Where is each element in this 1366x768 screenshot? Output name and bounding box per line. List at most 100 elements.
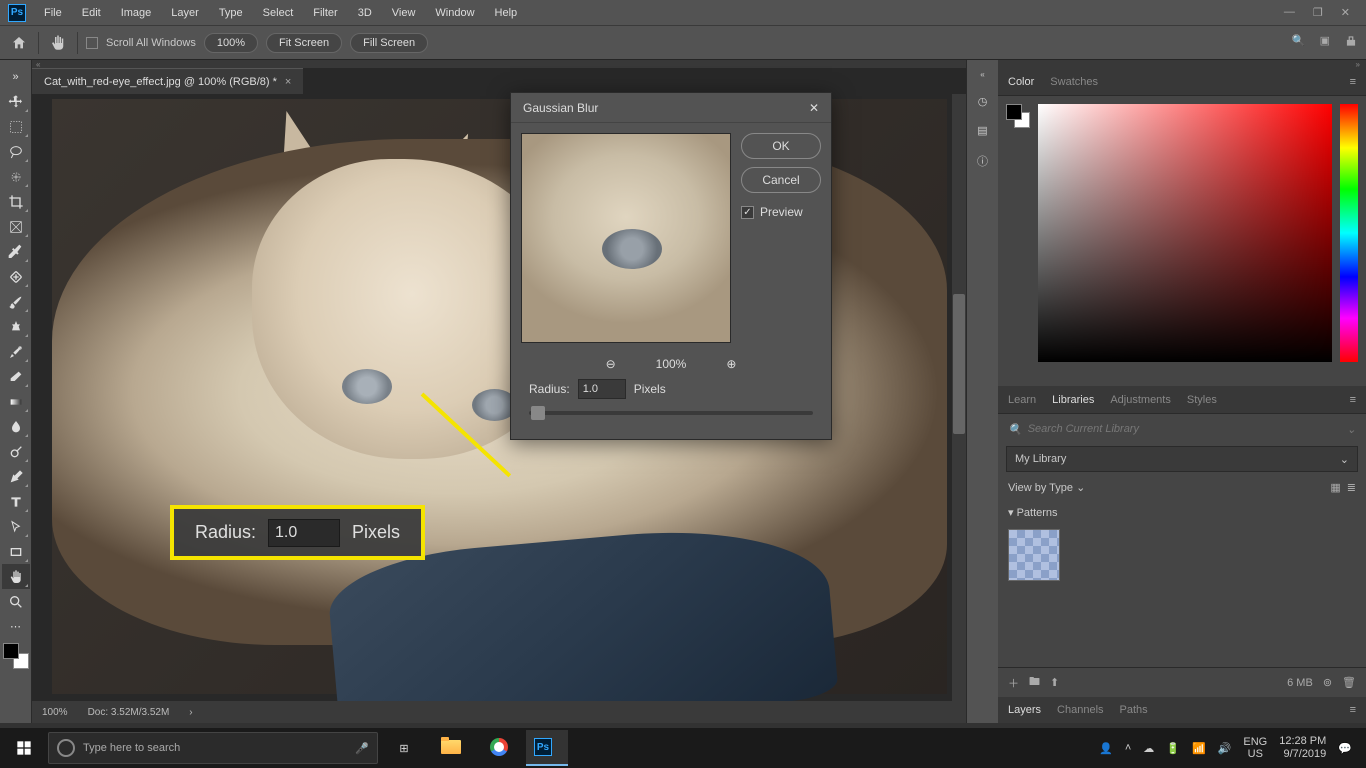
library-section-header[interactable]: ▾ Patterns — [998, 500, 1366, 525]
clock[interactable]: 12:28 PM9/7/2019 — [1279, 735, 1326, 761]
radius-input[interactable] — [578, 379, 626, 399]
zoom-100-button[interactable]: 100% — [204, 33, 258, 53]
tab-paths[interactable]: Paths — [1120, 704, 1148, 716]
people-icon[interactable]: 👤 — [1099, 742, 1113, 755]
menu-filter[interactable]: Filter — [303, 3, 347, 23]
panel-menu-icon[interactable]: ≡ — [1350, 704, 1356, 716]
eraser-tool[interactable] — [2, 364, 30, 389]
marquee-tool[interactable] — [2, 114, 30, 139]
preview-checkbox-row[interactable]: ✓ Preview — [741, 205, 821, 219]
type-tool[interactable] — [2, 489, 30, 514]
healing-tool[interactable] — [2, 264, 30, 289]
collapse-icon[interactable]: « — [36, 60, 40, 68]
tab-color[interactable]: Color — [1008, 76, 1034, 88]
cloud-icon[interactable]: ⊚ — [1323, 676, 1332, 689]
menu-type[interactable]: Type — [209, 3, 253, 23]
start-button[interactable] — [6, 730, 42, 766]
lasso-tool[interactable] — [2, 139, 30, 164]
foreground-color-swatch[interactable] — [3, 643, 19, 659]
menu-select[interactable]: Select — [253, 3, 304, 23]
onedrive-icon[interactable]: ☁ — [1143, 742, 1154, 755]
properties-panel-icon[interactable]: ▤ — [977, 124, 987, 137]
taskbar-photoshop[interactable]: Ps — [526, 730, 568, 766]
library-selector[interactable]: My Library ⌄ — [1006, 446, 1358, 472]
move-tool[interactable] — [2, 89, 30, 114]
task-view-icon[interactable]: ⊞ — [384, 730, 424, 766]
tab-swatches[interactable]: Swatches — [1050, 76, 1098, 88]
quick-select-tool[interactable] — [2, 164, 30, 189]
panel-menu-icon[interactable]: ≡ — [1350, 76, 1356, 88]
vertical-scrollbar[interactable] — [952, 94, 966, 701]
status-chevron-icon[interactable]: › — [189, 707, 192, 718]
battery-icon[interactable]: 🔋 — [1166, 742, 1180, 755]
frame-tool[interactable] — [2, 214, 30, 239]
tab-learn[interactable]: Learn — [1008, 394, 1036, 406]
wifi-icon[interactable]: 📶 — [1192, 742, 1206, 755]
tray-chevron-icon[interactable]: ˄ — [1125, 742, 1131, 754]
menu-file[interactable]: File — [34, 3, 72, 23]
collapse-panels-icon[interactable]: « — [980, 70, 984, 79]
status-zoom[interactable]: 100% — [42, 707, 68, 718]
fit-screen-button[interactable]: Fit Screen — [266, 33, 342, 53]
add-folder-icon[interactable]: 🖿 — [1029, 673, 1040, 692]
blur-tool[interactable] — [2, 414, 30, 439]
zoom-tool[interactable] — [2, 589, 30, 614]
taskbar-chrome[interactable] — [478, 730, 520, 766]
chevron-down-icon[interactable]: ⌄ — [1347, 423, 1356, 436]
dialog-titlebar[interactable]: Gaussian Blur ✕ — [511, 93, 831, 123]
zoom-in-icon[interactable]: ⊕ — [726, 357, 736, 371]
arrange-icon[interactable]: ▣ — [1320, 34, 1330, 51]
dialog-preview-image[interactable] — [521, 133, 731, 343]
collapse-toolbox-icon[interactable]: » — [2, 64, 30, 89]
fill-screen-button[interactable]: Fill Screen — [350, 33, 428, 53]
collapse-icon[interactable]: » — [998, 60, 1366, 68]
share-icon[interactable] — [1344, 34, 1358, 51]
notifications-icon[interactable]: 💬 — [1338, 742, 1352, 755]
close-icon[interactable]: ✕ — [1341, 6, 1350, 19]
menu-image[interactable]: Image — [111, 3, 162, 23]
library-view-dropdown[interactable]: View by Type ⌄ — [1008, 481, 1085, 494]
search-icon[interactable]: 🔍 — [1292, 34, 1306, 51]
edit-toolbar-icon[interactable]: ⋯ — [2, 614, 30, 639]
radius-slider[interactable] — [529, 411, 813, 415]
menu-help[interactable]: Help — [485, 3, 528, 23]
foreground-background-swatch[interactable] — [3, 643, 29, 669]
tab-libraries[interactable]: Libraries — [1052, 394, 1094, 406]
radius-slider-thumb[interactable] — [531, 406, 545, 420]
hue-slider[interactable] — [1340, 104, 1358, 362]
document-tab[interactable]: Cat_with_red-eye_effect.jpg @ 100% (RGB/… — [32, 68, 303, 94]
grid-view-icon[interactable]: ▦ — [1330, 481, 1340, 494]
pen-tool[interactable] — [2, 464, 30, 489]
clone-tool[interactable] — [2, 314, 30, 339]
menu-edit[interactable]: Edit — [72, 3, 111, 23]
add-content-icon[interactable]: ＋ — [1008, 675, 1019, 691]
hand-tool-preset-icon[interactable] — [47, 32, 69, 54]
zoom-out-icon[interactable]: ⊖ — [606, 357, 616, 371]
panel-menu-icon[interactable]: ≡ — [1350, 394, 1356, 406]
history-panel-icon[interactable]: ◷ — [978, 95, 988, 108]
upload-icon[interactable]: ⬆ — [1050, 676, 1059, 689]
rectangle-tool[interactable] — [2, 539, 30, 564]
menu-layer[interactable]: Layer — [161, 3, 209, 23]
crop-tool[interactable] — [2, 189, 30, 214]
pattern-thumbnail[interactable] — [1008, 529, 1060, 581]
taskbar-explorer[interactable] — [430, 730, 472, 766]
home-icon[interactable] — [8, 32, 30, 54]
saturation-box[interactable] — [1038, 104, 1332, 362]
maximize-icon[interactable]: ❐ — [1313, 6, 1323, 19]
taskbar-search[interactable]: Type here to search 🎤 — [48, 732, 378, 764]
cancel-button[interactable]: Cancel — [741, 167, 821, 193]
brush-tool[interactable] — [2, 289, 30, 314]
color-swatch-mini[interactable] — [1006, 104, 1030, 128]
menu-view[interactable]: View — [382, 3, 426, 23]
volume-icon[interactable]: 🔊 — [1218, 742, 1232, 755]
list-view-icon[interactable]: ≣ — [1347, 481, 1356, 494]
menu-3d[interactable]: 3D — [348, 3, 382, 23]
eyedropper-tool[interactable] — [2, 239, 30, 264]
mic-icon[interactable]: 🎤 — [355, 742, 369, 755]
hand-tool[interactable] — [2, 564, 30, 589]
dodge-tool[interactable] — [2, 439, 30, 464]
gradient-tool[interactable] — [2, 389, 30, 414]
callout-radius-input[interactable] — [268, 519, 340, 547]
info-panel-icon[interactable]: ⓘ — [977, 153, 988, 169]
